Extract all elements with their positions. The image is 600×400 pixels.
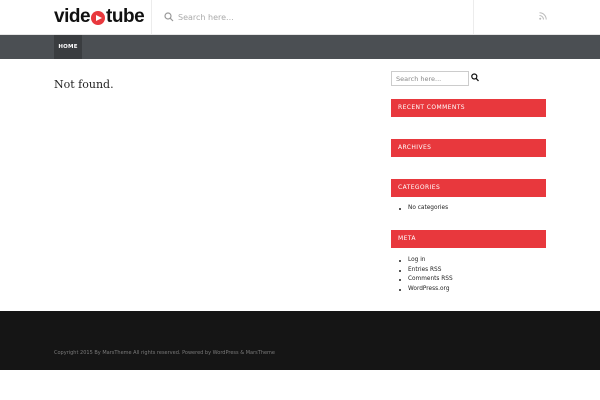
- footer-copyright: Copyright 2015 By MarsTheme All rights r…: [54, 350, 276, 356]
- meta-list: Log in Entries RSS Comments RSS WordPres…: [399, 256, 453, 294]
- meta-link-wordpress[interactable]: WordPress.org: [399, 285, 453, 295]
- logo-text-left: vide: [54, 6, 91, 27]
- search-icon: [164, 12, 174, 22]
- site-logo[interactable]: vide tube: [54, 6, 145, 28]
- meta-link-entries-rss[interactable]: Entries RSS: [399, 266, 453, 276]
- sidebar-search-input[interactable]: [391, 71, 469, 86]
- header-search: [151, 0, 474, 34]
- site-footer: Copyright 2015 By MarsTheme All rights r…: [0, 311, 600, 370]
- widget-title-categories: CATEGORIES: [391, 179, 546, 197]
- logo-text-right: tube: [106, 6, 145, 27]
- main-nav: HOME: [0, 35, 600, 59]
- site-header: vide tube: [0, 0, 600, 35]
- categories-list: No categories: [399, 204, 448, 214]
- header-search-input[interactable]: [178, 12, 458, 22]
- widget-title-archives: ARCHIVES: [391, 139, 546, 157]
- widget-title-meta: META: [391, 230, 546, 248]
- nav-item-home[interactable]: HOME: [54, 35, 82, 59]
- list-item: No categories: [399, 204, 448, 214]
- play-icon: [91, 11, 106, 25]
- meta-link-login[interactable]: Log in: [399, 256, 453, 266]
- rss-icon[interactable]: [539, 12, 547, 20]
- widget-title-recent-comments: RECENT COMMENTS: [391, 99, 546, 117]
- not-found-message: Not found.: [54, 78, 114, 91]
- meta-link-comments-rss[interactable]: Comments RSS: [399, 275, 453, 285]
- sidebar-search-icon[interactable]: [471, 73, 479, 82]
